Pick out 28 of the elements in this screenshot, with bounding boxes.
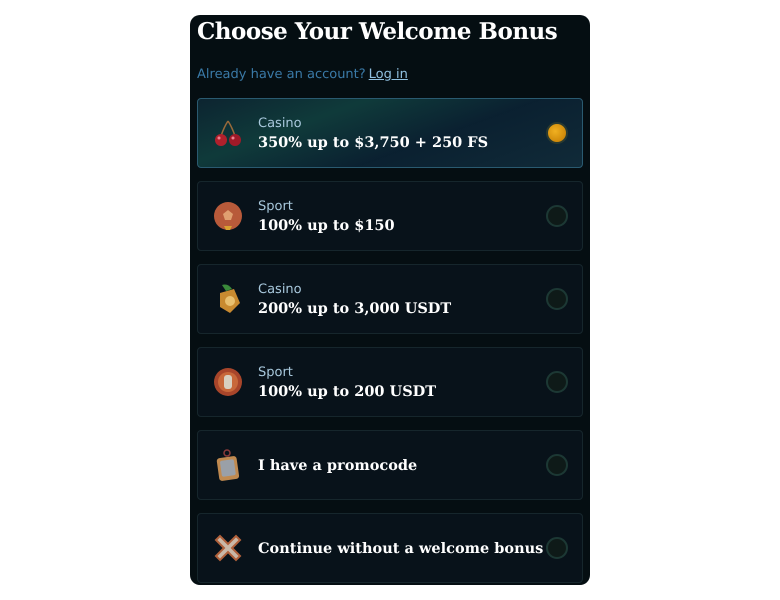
coin-icon xyxy=(212,366,244,398)
option-offer: 350% up to $3,750 + 250 FS xyxy=(258,134,490,150)
bonus-option[interactable]: Casino 350% up to $3,750 + 250 FS xyxy=(197,98,583,168)
option-category: Casino xyxy=(258,282,303,296)
radio-button[interactable] xyxy=(546,454,568,476)
option-category: Casino xyxy=(258,116,303,130)
bonus-option[interactable]: Continue without a welcome bonus xyxy=(197,513,583,583)
option-offer: Continue without a welcome bonus xyxy=(258,540,544,556)
option-category: Sport xyxy=(258,198,294,214)
radio-button[interactable] xyxy=(546,122,568,144)
radio-button[interactable] xyxy=(546,205,568,227)
radio-button[interactable] xyxy=(546,288,568,310)
radio-button[interactable] xyxy=(546,537,568,559)
ball-icon xyxy=(212,200,244,232)
prompt-text: Already have an account? xyxy=(197,67,366,82)
bonus-option[interactable]: I have a promocode xyxy=(197,430,583,500)
bonus-option[interactable]: Sport 100% up to 200 USDT xyxy=(197,347,583,417)
cross-icon xyxy=(212,532,244,564)
option-offer: I have a promocode xyxy=(258,456,418,474)
option-offer: 200% up to 3,000 USDT xyxy=(258,300,452,316)
panel-title: Choose Your Welcome Bonus xyxy=(197,18,558,45)
bonus-option[interactable]: Sport 100% up to $150 xyxy=(197,181,583,251)
radio-button[interactable] xyxy=(546,371,568,393)
login-link[interactable]: Log in xyxy=(368,67,408,82)
bonus-option[interactable]: Casino 200% up to 3,000 USDT xyxy=(197,264,583,334)
option-offer: 100% up to 200 USDT xyxy=(258,382,438,400)
option-offer: 100% up to $150 xyxy=(258,216,396,234)
option-category: Sport xyxy=(258,364,294,380)
